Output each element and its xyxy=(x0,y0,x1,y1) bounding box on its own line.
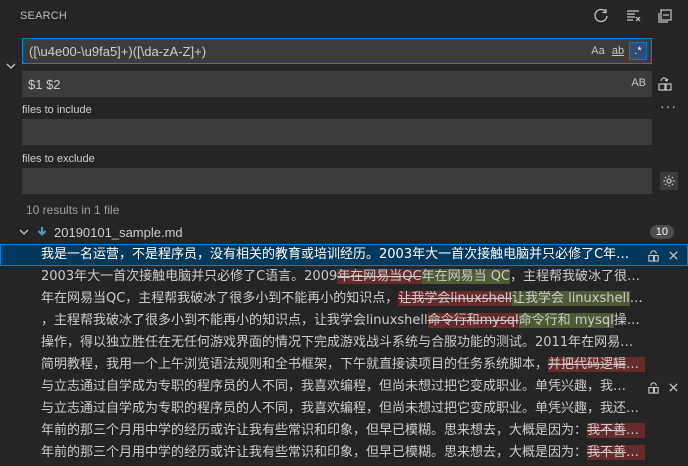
match-count-badge: 10 xyxy=(649,225,674,239)
settings-gear-icon[interactable] xyxy=(660,172,678,190)
match-row[interactable]: 操作，得以独立胜任在无任何游戏界面的情况下完成游戏战斗系统与合服功能的测试。20… xyxy=(0,332,688,354)
match-row[interactable]: 年在网易当QC，主程帮我破冰了很多小到不能再小的知识点，让我学会linuxshe… xyxy=(0,288,688,310)
files-to-include-label: files to include xyxy=(22,104,92,116)
match-post-text: 操作，得以独... xyxy=(613,313,645,328)
match-del-text: 命令行和mysql xyxy=(427,313,519,328)
replace-field: AB xyxy=(22,71,652,97)
file-result-row[interactable]: 20190101_sample.md 10 xyxy=(0,222,688,244)
use-regex-toggle[interactable]: .* xyxy=(629,42,647,60)
match-text: 年前的那三个月用中学的经历或许让我有些常识和印象，但早已模糊。思来想去，大概是因… xyxy=(41,442,645,464)
dismiss-match-icon[interactable] xyxy=(666,380,680,394)
match-post-text: ，主程帮我破冰了很多小到不能... xyxy=(510,269,645,284)
match-row[interactable]: 2003年大一首次接触电脑并只必修了C语言。2009年在网易当QC年在网易当 Q… xyxy=(0,266,688,288)
dismiss-match-icon[interactable] xyxy=(666,248,680,262)
match-whole-word-toggle[interactable]: ab xyxy=(609,42,627,60)
match-text: 与立志通过自学成为专职的程序员的人不同，我喜欢编程，但尚未想过把它变成职业。单凭… xyxy=(41,398,645,420)
match-text: 2003年大一首次接触电脑并只必修了C语言。2009年在网易当QC年在网易当 Q… xyxy=(41,266,645,288)
match-row[interactable]: 与立志通过自学成为专职的程序员的人不同，我喜欢编程，但尚未想过把它变成职业。单凭… xyxy=(0,398,688,420)
match-pre-text: 与立志通过自学成为专职的程序员的人不同，我喜欢编程，但尚未想过把它变成职业。单凭… xyxy=(41,401,645,416)
search-view-header: SEARCH xyxy=(0,0,688,32)
match-ins-text: 让我学会 linuxshell xyxy=(511,291,630,306)
replace-options: AB xyxy=(629,74,648,92)
match-del-text: 年在网易当QC xyxy=(337,269,422,284)
toggle-replace-icon[interactable] xyxy=(4,59,18,73)
clear-results-icon[interactable] xyxy=(624,7,642,25)
match-ins-text: 年在网易当 QC xyxy=(421,269,511,284)
match-list: 我是一名运营，不是程序员，没有相关的教育或培训经历。2003年大一首次接触电脑并… xyxy=(0,244,688,464)
match-pre-text: 年前的那三个月用中学的经历或许让我有些常识和印象，但早已模糊。思来想去，大概是因… xyxy=(41,423,588,438)
match-row[interactable]: 我是一名运营，不是程序员，没有相关的教育或培训经历。2003年大一首次接触电脑并… xyxy=(0,244,688,266)
preserve-case-toggle[interactable]: AB xyxy=(629,74,648,92)
match-row[interactable]: 简明教程，我用一个上午浏览语法规则和全书框架，下午就直接读项目的任务系统脚本，并… xyxy=(0,354,688,376)
match-text: 与立志通过自学成为专职的程序员的人不同，我喜欢编程，但尚未想过把它变成职业。单凭… xyxy=(41,376,637,398)
match-pre-text: 年前的那三个月用中学的经历或许让我有些常识和印象，但早已模糊。思来想去，大概是因… xyxy=(41,445,588,460)
match-pre-text: ，主程帮我破冰了很多小到不能再小的知识点，让我学会linuxshell xyxy=(41,313,428,328)
replace-match-icon[interactable] xyxy=(646,380,660,394)
match-row[interactable]: ，主程帮我破冰了很多小到不能再小的知识点，让我学会linuxshell命令行和m… xyxy=(0,310,688,332)
match-del-text: 让我学会linuxshell xyxy=(398,291,512,306)
replace-all-icon[interactable] xyxy=(657,76,673,92)
refresh-icon[interactable] xyxy=(592,7,610,25)
view-title: SEARCH xyxy=(20,10,68,22)
match-pre-text: 简明教程，我用一个上午浏览语法规则和全书框架，下午就直接读项目的任务系统脚本， xyxy=(41,357,549,372)
search-field: Aa ab .* xyxy=(22,38,652,64)
match-pre-text: 操作，得以独立胜任在无任何游戏界面的情况下完成游戏战斗系统与合服功能的测试。20… xyxy=(41,335,645,350)
match-ins-text: 命令行和 mysql xyxy=(518,313,614,328)
match-text: 我是一名运营，不是程序员，没有相关的教育或培训经历。2003年大一首次接触电脑并… xyxy=(41,244,637,266)
match-text: 操作，得以独立胜任在无任何游戏界面的情况下完成游戏战斗系统与合服功能的测试。20… xyxy=(41,332,645,354)
match-text: 简明教程，我用一个上午浏览语法规则和全书框架，下午就直接读项目的任务系统脚本，并… xyxy=(41,354,645,376)
replace-match-icon[interactable] xyxy=(646,248,660,262)
search-options: Aa ab .* xyxy=(589,42,647,60)
match-row-actions xyxy=(646,244,680,266)
match-text: 年前的那三个月用中学的经历或许让我有些常识和印象，但早已模糊。思来想去，大概是因… xyxy=(41,420,645,442)
collapse-all-icon[interactable] xyxy=(656,7,674,25)
match-del-text: 我不善于coding... xyxy=(587,423,645,438)
replace-input[interactable] xyxy=(22,71,652,97)
match-case-toggle[interactable]: Aa xyxy=(589,42,607,60)
file-name: 20190101_sample.md xyxy=(54,225,183,240)
match-row[interactable]: 年前的那三个月用中学的经历或许让我有些常识和印象，但早已模糊。思来想去，大概是因… xyxy=(0,442,688,464)
match-pre-text: 我是一名运营，不是程序员，没有相关的教育或培训经历。2003年大一首次接触电脑并… xyxy=(41,247,637,262)
match-del-text: 我不善于coding xyxy=(587,445,645,460)
match-row[interactable]: 与立志通过自学成为专职的程序员的人不同，我喜欢编程，但尚未想过把它变成职业。单凭… xyxy=(0,376,688,398)
match-text: ，主程帮我破冰了很多小到不能再小的知识点，让我学会linuxshell命令行和m… xyxy=(41,310,645,332)
header-actions xyxy=(592,7,674,25)
match-text: 年在网易当QC，主程帮我破冰了很多小到不能再小的知识点，让我学会linuxshe… xyxy=(41,288,645,310)
search-input[interactable] xyxy=(23,39,651,63)
chevron-down-icon[interactable] xyxy=(18,226,30,238)
match-row[interactable]: 年前的那三个月用中学的经历或许让我有些常识和印象，但早已模糊。思来想去，大概是因… xyxy=(0,420,688,442)
results-summary: 10 results in 1 file xyxy=(26,203,120,217)
files-to-exclude-label: files to exclude xyxy=(22,153,95,165)
match-del-text: 并把代码逻辑转换到ex... xyxy=(548,357,645,372)
toggle-search-details-icon[interactable]: ··· xyxy=(660,98,677,114)
match-pre-text: 年在网易当QC，主程帮我破冰了很多小到不能再小的知识点， xyxy=(41,291,399,306)
markdown-file-icon xyxy=(36,226,48,238)
files-to-include-input[interactable] xyxy=(22,119,652,145)
match-pre-text: 与立志通过自学成为专职的程序员的人不同，我喜欢编程，但尚未想过把它变成职业。单凭… xyxy=(41,379,637,394)
match-pre-text: 2003年大一首次接触电脑并只必修了C语言。2009 xyxy=(41,269,338,284)
match-row-actions xyxy=(646,376,680,398)
files-to-exclude-input[interactable] xyxy=(22,168,652,194)
